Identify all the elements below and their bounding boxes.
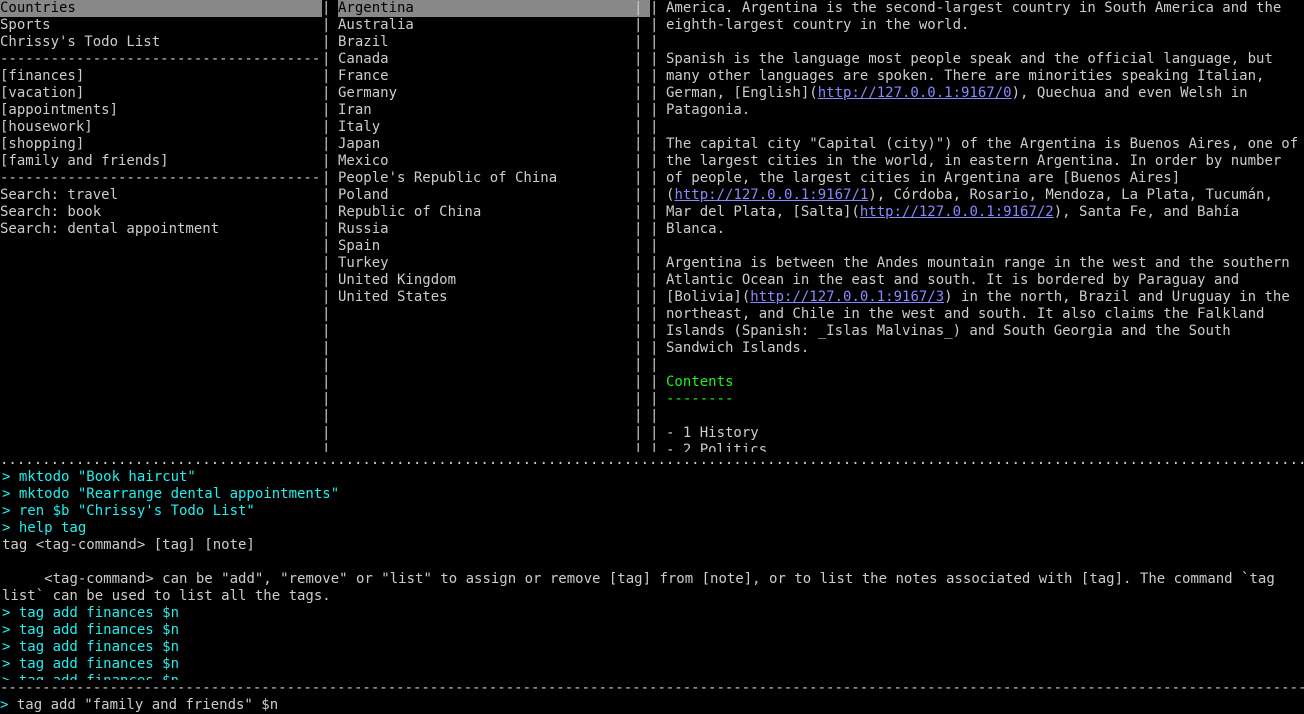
search-item[interactable]: Search: dental appointment	[0, 221, 322, 238]
note-item[interactable]: Republic of China	[338, 204, 650, 221]
tag-item[interactable]: [finances]	[0, 68, 322, 85]
books-pane[interactable]: CountriesSportsChrissy's Todo List------…	[0, 0, 322, 452]
app-root: CountriesSportsChrissy's Todo List------…	[0, 0, 1304, 714]
history-cmd: > tag add finances $n	[2, 605, 1302, 622]
article-para: Argentina is between the Andes mountain …	[666, 255, 1300, 357]
article-link[interactable]: http://127.0.0.1:9167/2	[860, 204, 1054, 220]
note-item[interactable]: Mexico	[338, 153, 650, 170]
notes-pane[interactable]: ||||||||||||||||||||||||||| ||||||||||||…	[322, 0, 650, 452]
divider: ----------------------------------------…	[0, 170, 322, 187]
history-cmd: > mktodo "Rearrange dental appointments"	[2, 486, 1302, 503]
tag-item[interactable]: [appointments]	[0, 102, 322, 119]
history-cmd: > tag add finances $n	[2, 639, 1302, 656]
toc-item[interactable]: - 2 Politics	[666, 442, 1300, 452]
prompt-symbol: >	[0, 697, 17, 714]
article-link[interactable]: http://127.0.0.1:9167/3	[750, 289, 944, 305]
toc-item[interactable]: - 1 History	[666, 425, 1300, 442]
book-item[interactable]: Countries	[0, 0, 322, 17]
article-pane[interactable]: ||||||||||||||||||||||||||| America. Arg…	[650, 0, 1304, 452]
article-para: America. Argentina is the second-largest…	[666, 0, 1300, 34]
panes-region: CountriesSportsChrissy's Todo List------…	[0, 0, 1304, 452]
article-link[interactable]: http://127.0.0.1:9167/1	[674, 187, 868, 203]
note-item[interactable]: Italy	[338, 119, 650, 136]
terminal-output[interactable]: > mktodo "Book haircut"> mktodo "Rearran…	[0, 469, 1304, 680]
note-item[interactable]: Turkey	[338, 255, 650, 272]
search-item[interactable]: Search: travel	[0, 187, 322, 204]
history-cmd: > tag add finances $n	[2, 673, 1302, 680]
note-item[interactable]: United States	[338, 289, 650, 306]
book-item[interactable]: Sports	[0, 17, 322, 34]
history-cmd: > mktodo "Book haircut"	[2, 469, 1302, 486]
prompt-separator: ----------------------------------------…	[0, 680, 1304, 697]
note-item[interactable]: Brazil	[338, 34, 650, 51]
article-para: The capital city "Capital (city)") of th…	[666, 136, 1300, 238]
history-output	[2, 554, 1302, 571]
search-item[interactable]: Search: book	[0, 204, 322, 221]
history-cmd: > tag add finances $n	[2, 656, 1302, 673]
book-item[interactable]: Chrissy's Todo List	[0, 34, 322, 51]
note-item[interactable]: Argentina	[338, 0, 650, 17]
note-item[interactable]: Russia	[338, 221, 650, 238]
note-item[interactable]: Spain	[338, 238, 650, 255]
note-item[interactable]: Japan	[338, 136, 650, 153]
article-para: Spanish is the language most people spea…	[666, 51, 1300, 119]
tag-item[interactable]: [housework]	[0, 119, 322, 136]
history-cmd: > ren $b "Chrissy's Todo List"	[2, 503, 1302, 520]
history-output: <tag-command> can be "add", "remove" or …	[2, 571, 1302, 605]
divider: ----------------------------------------…	[0, 51, 322, 68]
command-input[interactable]	[17, 697, 1304, 714]
history-output: tag <tag-command> [tag] [note]	[2, 537, 1302, 554]
note-item[interactable]: Canada	[338, 51, 650, 68]
tag-item[interactable]: [shopping]	[0, 136, 322, 153]
tag-item[interactable]: [family and friends]	[0, 153, 322, 170]
tag-item[interactable]: [vacation]	[0, 85, 322, 102]
article-link[interactable]: http://127.0.0.1:9167/0	[818, 85, 1012, 101]
note-item[interactable]: People's Republic of China	[338, 170, 650, 187]
history-cmd: > help tag	[2, 520, 1302, 537]
contents-heading: Contents	[666, 374, 1300, 391]
pane-separator: ........................................…	[0, 452, 1304, 469]
history-cmd: > tag add finances $n	[2, 622, 1302, 639]
note-item[interactable]: Poland	[338, 187, 650, 204]
note-item[interactable]: Australia	[338, 17, 650, 34]
note-item[interactable]: Iran	[338, 102, 650, 119]
note-item[interactable]: France	[338, 68, 650, 85]
command-input-line[interactable]: >	[0, 697, 1304, 714]
note-item[interactable]: United Kingdom	[338, 272, 650, 289]
note-item[interactable]: Germany	[338, 85, 650, 102]
